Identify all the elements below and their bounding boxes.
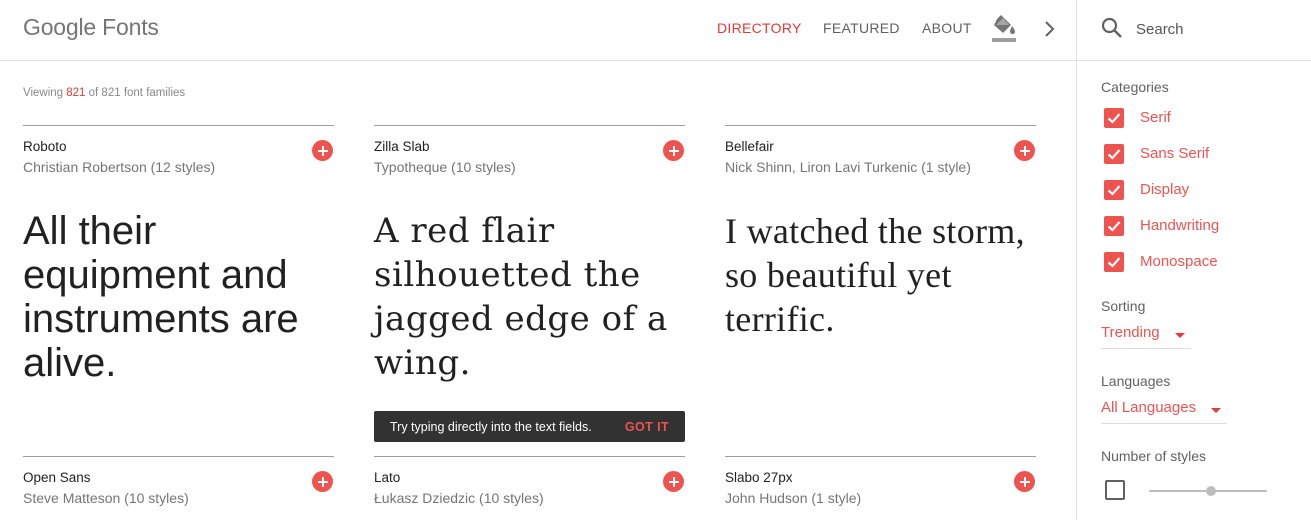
font-designer: John Hudson (1 style) (725, 490, 862, 506)
got-it-button[interactable]: GOT IT (625, 420, 669, 434)
languages-value[interactable]: All Languages (1101, 399, 1196, 416)
search-input[interactable] (1136, 18, 1296, 40)
category-label[interactable]: Serif (1140, 109, 1171, 126)
search-icon[interactable] (1101, 17, 1123, 39)
snackbar-message: Try typing directly into the text fields… (390, 420, 592, 434)
font-sample-text[interactable]: I watched the storm, so beautiful yet te… (725, 209, 1045, 341)
category-monospace[interactable]: Monospace (1104, 252, 1284, 274)
results-count: Viewing 821 of 821 font families (23, 87, 186, 99)
font-name[interactable]: Roboto (23, 139, 67, 154)
dropdown-arrow-icon[interactable] (1175, 333, 1185, 338)
font-name[interactable]: Lato (374, 470, 400, 485)
font-designer: Christian Robertson (12 styles) (23, 159, 216, 175)
font-designer: Nick Shinn, Liron Lavi Turkenic (1 style… (725, 159, 971, 175)
sorting-dropdown[interactable]: Trending (1101, 323, 1191, 349)
snackbar: Try typing directly into the text fields… (374, 411, 685, 442)
chevron-right-icon[interactable] (1043, 19, 1057, 39)
category-label[interactable]: Display (1140, 181, 1189, 198)
add-font-button[interactable] (312, 471, 333, 492)
add-font-button[interactable] (312, 140, 333, 161)
languages-dropdown[interactable]: All Languages (1101, 398, 1227, 424)
font-card-zilla-slab[interactable]: Zilla Slab Typotheque (10 styles) A red … (374, 125, 685, 405)
font-card-bellefair[interactable]: Bellefair Nick Shinn, Liron Lavi Turkeni… (725, 125, 1036, 405)
font-designer: Łukasz Dziedzic (10 styles) (374, 490, 544, 506)
font-designer: Steve Matteson (10 styles) (23, 490, 189, 506)
font-name[interactable]: Open Sans (23, 470, 91, 485)
nav-featured[interactable]: FEATURED (823, 20, 900, 36)
dropdown-arrow-icon[interactable] (1211, 408, 1221, 413)
card-divider (725, 456, 1036, 457)
card-divider (23, 456, 334, 457)
font-name[interactable]: Slabo 27px (725, 470, 793, 485)
card-divider (374, 125, 685, 126)
card-divider (725, 125, 1036, 126)
add-font-button[interactable] (1014, 140, 1035, 161)
category-label[interactable]: Handwriting (1140, 217, 1219, 234)
number-of-styles-heading: Number of styles (1101, 448, 1207, 464)
checkbox[interactable] (1104, 216, 1124, 236)
font-sample-text[interactable]: A red flair silhouetted the jagged edge … (374, 209, 694, 385)
category-label[interactable]: Monospace (1140, 253, 1218, 270)
google-fonts-logo[interactable]: Google Fonts (23, 14, 159, 41)
top-app-bar: Google Fonts DIRECTORY FEATURED ABOUT (0, 0, 1076, 61)
sorting-heading: Sorting (1101, 298, 1146, 314)
category-display[interactable]: Display (1104, 180, 1284, 202)
add-font-button[interactable] (1014, 471, 1035, 492)
nav-directory[interactable]: DIRECTORY (717, 20, 802, 36)
font-name[interactable]: Bellefair (725, 139, 774, 154)
add-font-button[interactable] (663, 471, 684, 492)
font-designer: Typotheque (10 styles) (374, 159, 516, 175)
card-divider (374, 456, 685, 457)
checkbox[interactable] (1104, 180, 1124, 200)
categories-heading: Categories (1101, 79, 1169, 95)
font-card-open-sans[interactable]: Open Sans Steve Matteson (10 styles) (23, 456, 334, 520)
font-name[interactable]: Zilla Slab (374, 139, 430, 154)
font-sample-text[interactable]: All their equipment and instruments are … (23, 209, 343, 385)
checkbox[interactable] (1104, 252, 1124, 272)
sidebar-divider (1076, 0, 1077, 520)
card-divider (23, 125, 334, 126)
add-font-button[interactable] (663, 140, 684, 161)
category-serif[interactable]: Serif (1104, 108, 1284, 130)
font-card-lato[interactable]: Lato Łukasz Dziedzic (10 styles) (374, 456, 685, 520)
category-label[interactable]: Sans Serif (1140, 145, 1209, 162)
category-sans-serif[interactable]: Sans Serif (1104, 144, 1284, 166)
number-of-styles-checkbox[interactable] (1105, 480, 1125, 500)
checkbox[interactable] (1104, 108, 1124, 128)
nav-about[interactable]: ABOUT (922, 20, 972, 36)
font-card-slabo[interactable]: Slabo 27px John Hudson (1 style) (725, 456, 1036, 520)
font-card-roboto[interactable]: Roboto Christian Robertson (12 styles) A… (23, 125, 334, 405)
sidebar-header-divider (1077, 60, 1311, 61)
format-color-fill-icon[interactable] (991, 15, 1017, 43)
styles-slider-thumb[interactable] (1206, 486, 1216, 496)
languages-heading: Languages (1101, 373, 1171, 389)
sorting-value[interactable]: Trending (1101, 324, 1160, 341)
category-handwriting[interactable]: Handwriting (1104, 216, 1284, 238)
checkbox[interactable] (1104, 144, 1124, 164)
